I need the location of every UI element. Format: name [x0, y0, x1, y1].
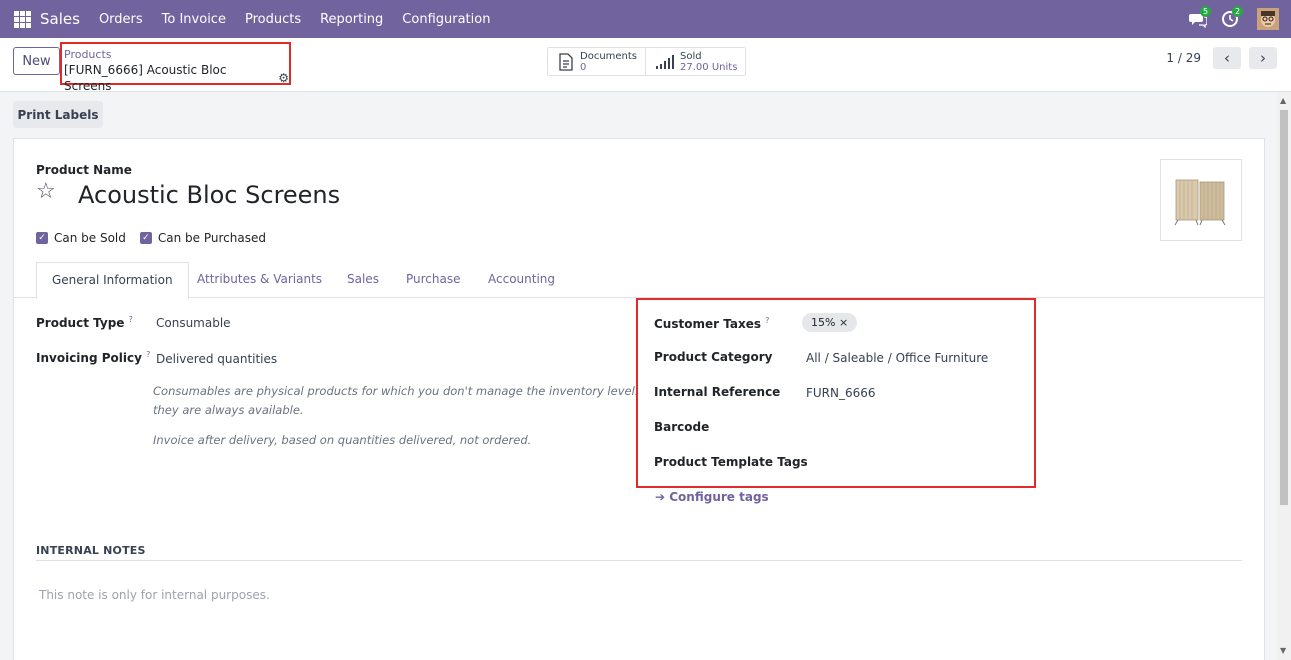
product-image[interactable] [1160, 159, 1242, 241]
acoustic-screen-image [1174, 179, 1226, 226]
messages-icon[interactable]: 5 [1189, 6, 1212, 29]
can-be-purchased-checkbox[interactable]: ✓ Can be Purchased [139, 231, 266, 245]
breadcrumb-parent[interactable]: Products [64, 49, 289, 61]
customer-taxes-label: Customer Taxes ? [654, 316, 770, 331]
menu-products[interactable]: Products [245, 12, 301, 27]
highlighted-fields-box: Customer Taxes ? 15% × Product Category … [636, 298, 1036, 488]
app-brand[interactable]: Sales [40, 10, 80, 28]
print-labels-button[interactable]: Print Labels [13, 101, 103, 128]
scrollbar[interactable]: ▲ ▼ [1277, 92, 1291, 660]
product-name-label: Product Name [36, 163, 132, 177]
remove-tag-icon[interactable]: × [839, 316, 848, 329]
form-sheet: Product Name ☆ Acoustic Bloc Screens ✓ C… [13, 138, 1265, 660]
scroll-thumb[interactable] [1280, 110, 1288, 505]
sold-value: 27.00 Units [680, 61, 738, 73]
customer-tax-tag[interactable]: 15% × [802, 313, 858, 332]
top-navbar: Sales Orders To Invoice Products Reporti… [0, 0, 1291, 38]
breadcrumb: Products [FURN_6666] Acoustic Bloc Scree… [60, 42, 291, 93]
user-avatar[interactable] [1257, 8, 1279, 30]
product-template-tags-label: Product Template Tags [654, 455, 808, 469]
checkbox-checked-icon[interactable]: ✓ [36, 232, 48, 244]
can-be-purchased-label: Can be Purchased [157, 231, 266, 245]
documents-value: 0 [580, 61, 587, 73]
tab-attributes-variants[interactable]: Attributes & Variants [182, 262, 337, 298]
arrow-right-icon: ➔ [655, 490, 666, 504]
configure-tags-link[interactable]: ➔ Configure tags [655, 490, 769, 504]
bar-chart-icon [656, 54, 675, 69]
documents-smart-button[interactable]: Documents 0 [548, 48, 645, 75]
barcode-label: Barcode [654, 420, 710, 434]
tab-sales[interactable]: Sales [332, 262, 394, 298]
pager-previous-button[interactable]: ‹ [1213, 47, 1241, 69]
internal-notes-field[interactable]: This note is only for internal purposes. [39, 588, 270, 602]
activities-badge: 2 [1232, 6, 1244, 17]
product-type-field[interactable]: Consumable [156, 316, 231, 330]
menu-configuration[interactable]: Configuration [402, 12, 490, 27]
activities-icon[interactable]: 2 [1221, 6, 1244, 28]
help-icon[interactable]: ? [129, 315, 133, 324]
apps-grid-icon[interactable] [14, 10, 31, 28]
control-panel: New Products [FURN_6666] Acoustic Bloc S… [0, 38, 1291, 93]
pager: 1 / 29 ‹ › [1166, 47, 1277, 69]
menu-reporting[interactable]: Reporting [320, 12, 383, 27]
tab-accounting[interactable]: Accounting [473, 262, 570, 298]
help-icon[interactable]: ? [765, 316, 769, 325]
new-button[interactable]: New [13, 47, 60, 75]
internal-notes-header: INTERNAL NOTES [36, 544, 146, 557]
breadcrumb-current: [FURN_6666] Acoustic Bloc Screens ⚙ [64, 62, 289, 94]
scroll-up-icon[interactable]: ▲ [1280, 96, 1286, 105]
invoicing-policy-field[interactable]: Delivered quantities [156, 352, 277, 366]
product-name-field[interactable]: Acoustic Bloc Screens [78, 181, 340, 209]
product-flags: ✓ Can be Sold ✓ Can be Purchased [36, 231, 266, 245]
star-icon[interactable]: ☆ [36, 179, 56, 204]
sold-smart-button[interactable]: Sold 27.00 Units [645, 48, 745, 75]
document-icon [559, 52, 573, 71]
chevron-right-icon: › [1260, 49, 1266, 67]
menu-orders[interactable]: Orders [99, 12, 143, 27]
form-tabs: General Information Attributes & Variant… [14, 262, 1264, 299]
internal-reference-field[interactable]: FURN_6666 [806, 386, 876, 400]
documents-label: Documents [580, 50, 638, 62]
tab-purchase[interactable]: Purchase [391, 262, 476, 298]
internal-reference-label: Internal Reference [654, 385, 781, 399]
gear-icon[interactable]: ⚙ [278, 70, 289, 86]
menu-to-invoice[interactable]: To Invoice [162, 12, 226, 27]
checkbox-checked-icon[interactable]: ✓ [139, 232, 152, 244]
pager-value[interactable]: 1 / 29 [1166, 51, 1201, 65]
divider [36, 560, 1242, 561]
barcode-field[interactable] [806, 418, 1016, 438]
product-type-help: Consumables are physical products for wh… [153, 384, 639, 417]
smart-buttons: Documents 0 Sold 27.00 Units [547, 47, 747, 76]
help-icon[interactable]: ? [146, 350, 150, 359]
breadcrumb-current-label: [FURN_6666] Acoustic Bloc Screens [64, 63, 227, 93]
tab-general-information[interactable]: General Information [36, 262, 189, 299]
invoicing-policy-label: Invoicing Policy ? [36, 350, 151, 365]
can-be-sold-checkbox[interactable]: ✓ Can be Sold [36, 231, 126, 245]
scroll-down-icon[interactable]: ▼ [1280, 646, 1286, 655]
can-be-sold-label: Can be Sold [54, 231, 126, 245]
chevron-left-icon: ‹ [1224, 49, 1230, 67]
product-template-tags-field[interactable] [806, 453, 1016, 473]
product-type-label: Product Type ? [36, 315, 133, 330]
product-category-label: Product Category [654, 350, 773, 364]
product-category-field[interactable]: All / Saleable / Office Furniture [806, 351, 988, 365]
sold-label: Sold [680, 50, 702, 62]
messages-badge: 5 [1200, 6, 1212, 17]
pager-next-button[interactable]: › [1249, 47, 1277, 69]
invoicing-policy-help: Invoice after delivery, based on quantit… [153, 433, 532, 447]
